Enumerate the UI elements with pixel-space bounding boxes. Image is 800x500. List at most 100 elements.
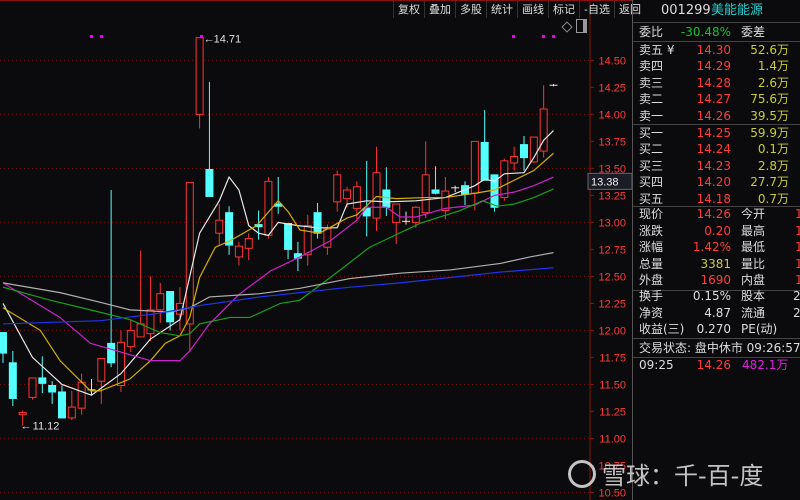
quote-panel: 001299 美能能源 委比 -30.48% 委差 交易状态: 盘中休市 09:… [632, 0, 800, 500]
fundamental-row: 换手 0.15% 股本 2. [633, 288, 800, 305]
fundamental-value: 4.87 [704, 305, 731, 320]
ask-label: 卖四 [639, 59, 664, 74]
ask-row: 卖四 14.29 1.4万 [633, 58, 800, 75]
fundamental-label: 收益(三) [639, 322, 685, 337]
fundamental-label-2: 流通 [741, 305, 766, 320]
trade-status: 交易状态: 盘中休市 09:26:57 [633, 340, 800, 357]
quote-label: 涨跌 [639, 223, 664, 238]
watermark: 雪球：千-百-度 [568, 456, 763, 491]
candle-body [411, 206, 420, 223]
quote-label: 现价 [639, 207, 664, 221]
weibi-row: 委比 -30.48% 委差 [633, 24, 800, 41]
xueqiu-logo-icon [568, 459, 596, 488]
quote-value: 3381 [700, 256, 731, 271]
bid-row: 买一 14.25 59.9万 [633, 125, 800, 142]
remove-watchlist-button[interactable]: -自选 [579, 1, 614, 18]
quote-value: 1690 [700, 273, 731, 288]
candle-body [38, 377, 47, 384]
candle-body [510, 156, 519, 164]
ask-row: 卖五 ¥ 14.30 52.6万 [633, 42, 800, 59]
candle-body [431, 189, 440, 194]
candle-body [362, 207, 371, 217]
candle-body [67, 406, 76, 419]
bid-row: 买四 14.20 27.7万 [633, 174, 800, 191]
quote-row: 总量 3381 量比 1 [633, 256, 800, 273]
candle-body [0, 332, 7, 354]
weicha-label: 委差 [741, 25, 766, 39]
ask-label: 卖三 [639, 75, 664, 90]
bid-label: 买四 [639, 175, 664, 190]
quote-label-2: 最低 [741, 240, 766, 255]
quote-label-2: 最高 [741, 223, 766, 238]
axis-tick-label: 13.25 [598, 190, 626, 202]
axis-tick-label: 14.00 [598, 109, 626, 121]
candle-body [234, 245, 243, 258]
mark-button[interactable]: 标记 [548, 1, 579, 18]
fundamental-label-2: 股本 [741, 289, 766, 303]
candle-body [284, 222, 293, 250]
quote-value-2: 1 [795, 240, 800, 255]
trade-status-text: 交易状态: 盘中休市 09:26:57 [639, 341, 800, 355]
ask-row: 卖一 14.26 39.5万 [633, 108, 800, 125]
low-price-label: 11.12 [33, 420, 60, 432]
quote-row: 涨幅 1.42% 最低 1 [633, 239, 800, 256]
candle-body [215, 219, 224, 234]
bid-row: 买三 14.23 2.8万 [633, 158, 800, 175]
stock-header: 001299 美能能源 [633, 2, 800, 19]
quote-value-2: 1 [795, 207, 800, 221]
axis-tick-label: 11.75 [599, 352, 626, 364]
signal-marker [90, 35, 93, 38]
candle-body [97, 357, 106, 382]
candle-body [156, 293, 165, 311]
quote-value-2: 1 [795, 256, 800, 271]
candle-body [313, 212, 322, 234]
quote-value-2: 1 [795, 273, 800, 288]
axis-tick-label: 14.50 [598, 55, 626, 67]
bid-price: 14.20 [696, 175, 731, 190]
crosshair-price-label: 13.38 [591, 176, 619, 188]
multi-stock-button[interactable]: 多股 [455, 1, 486, 18]
candle-body [480, 141, 489, 181]
candle-body [382, 189, 391, 208]
ma-line-ma120 [2, 267, 554, 325]
tick-price: 14.26 [696, 358, 731, 372]
ask-volume: 1.4万 [757, 59, 789, 74]
ask-price: 14.28 [696, 75, 731, 90]
overlay-button[interactable]: 叠加 [424, 1, 455, 18]
fundamental-label: 净资 [639, 305, 664, 320]
ask-volume: 52.6万 [750, 43, 789, 57]
candle-body [333, 174, 342, 203]
candle-body [57, 391, 66, 419]
signal-marker [552, 35, 555, 38]
statistics-button[interactable]: 统计 [486, 1, 517, 18]
signal-marker [512, 35, 515, 38]
kline-chart[interactable]: 14.5014.2514.0013.7513.5013.2513.0012.75… [0, 0, 632, 500]
signal-marker [200, 35, 203, 38]
draw-line-button[interactable]: 画线 [517, 1, 548, 18]
fundamental-label-2: PE(动) [741, 322, 778, 337]
candle-body [323, 228, 332, 248]
candle-body [166, 291, 175, 323]
candle-body [146, 309, 155, 335]
bid-price: 14.23 [696, 158, 731, 173]
candle-body [244, 238, 253, 249]
candle-body [18, 412, 27, 416]
quote-label: 总量 [639, 256, 664, 271]
fuquan-button[interactable]: 复权 [393, 1, 424, 18]
ask-volume: 39.5万 [750, 108, 789, 123]
ask-volume: 2.6万 [757, 75, 789, 90]
ask-label: 卖二 [639, 92, 664, 107]
fundamental-row: 收益(三) 0.270 PE(动) [633, 321, 800, 338]
panel-toggle-icon[interactable] [576, 19, 587, 33]
high-price-label: 14.71 [214, 34, 242, 46]
ask-price: 14.27 [696, 92, 731, 107]
axis-tick-label: 11.50 [599, 379, 626, 391]
chart-toolbar: 复权 叠加 多股 统计 画线 标记 -自选 返回 [393, 1, 645, 18]
bid-label: 买三 [639, 158, 664, 173]
quote-label: 外盘 [639, 273, 664, 288]
candle-body [8, 362, 17, 399]
stock-name: 美能能源 [711, 3, 764, 18]
ask-price: 14.29 [696, 59, 731, 74]
candle-body [107, 342, 116, 364]
fundamental-row: 净资 4.87 流通 2. [633, 305, 800, 322]
